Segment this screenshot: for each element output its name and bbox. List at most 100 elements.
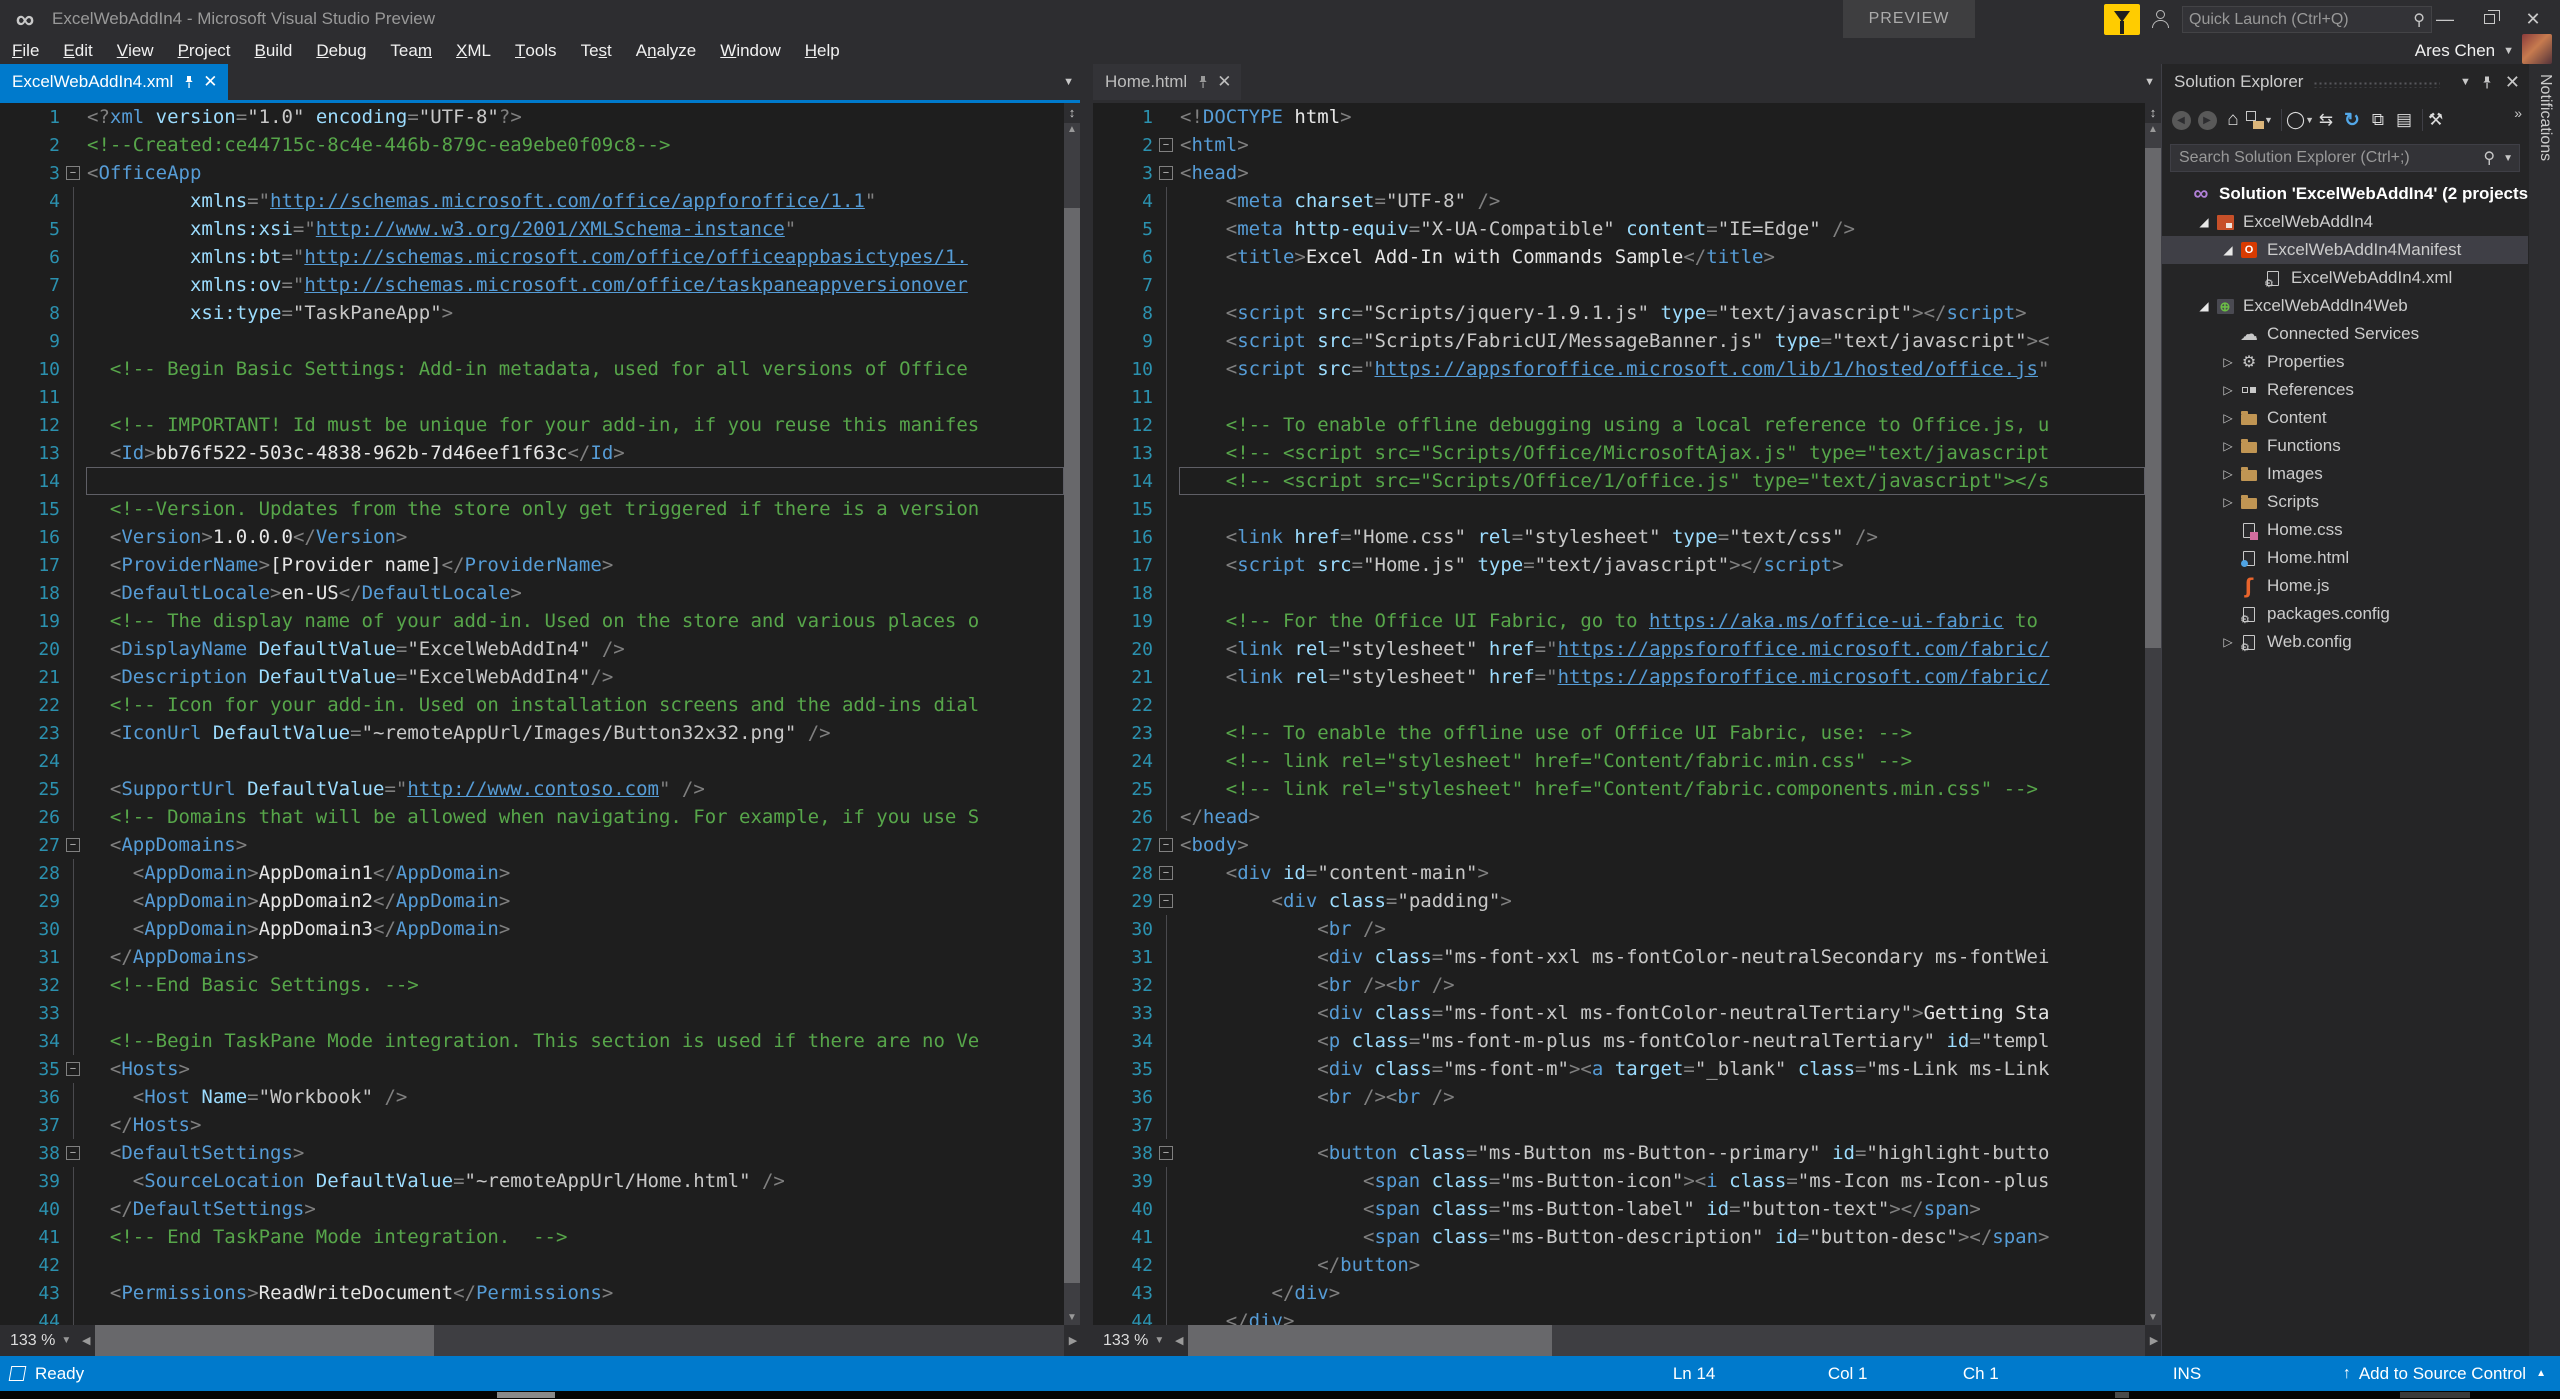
- code-line-44[interactable]: 44 </div>: [1093, 1307, 2145, 1325]
- expander-closed-icon[interactable]: ▷: [2218, 467, 2238, 481]
- code-line-19[interactable]: 19 <!-- For the Office UI Fabric, go to …: [1093, 607, 2145, 635]
- expander-closed-icon[interactable]: ▷: [2218, 411, 2238, 425]
- scroll-thumb[interactable]: [1188, 1325, 1552, 1356]
- code-line-25[interactable]: 25 <SupportUrl DefaultValue="http://www.…: [0, 775, 1064, 803]
- fold-collapse-icon[interactable]: −: [1153, 859, 1179, 887]
- document-list-dropdown-icon[interactable]: ▼: [1063, 76, 1074, 88]
- code-line-36[interactable]: 36 <br /><br />: [1093, 1083, 2145, 1111]
- menu-edit[interactable]: Edit: [51, 38, 104, 64]
- scroll-left-icon[interactable]: ◀: [79, 1334, 93, 1347]
- code-line-9[interactable]: 9 <script src="Scripts/FabricUI/MessageB…: [1093, 327, 2145, 355]
- code-line-13[interactable]: 13 <Id>bb76f522-503c-4838-962b-7d46eef1f…: [0, 439, 1064, 467]
- code-line-41[interactable]: 41 <span class="ms-Button-description" i…: [1093, 1223, 2145, 1251]
- back-icon[interactable]: ◀: [2168, 107, 2194, 133]
- scroll-down-icon[interactable]: ▼: [1064, 1312, 1080, 1323]
- code-line-23[interactable]: 23 <!-- To enable the offline use of Off…: [1093, 719, 2145, 747]
- code-line-8[interactable]: 8 xsi:type="TaskPaneApp">: [0, 299, 1064, 327]
- scroll-up-icon[interactable]: ▲: [1064, 123, 1080, 137]
- tree-item-solution-excelwebaddin4-2-projects[interactable]: ∞Solution 'ExcelWebAddIn4' (2 projects): [2162, 180, 2528, 208]
- chevron-down-icon[interactable]: ▼: [2460, 76, 2471, 88]
- code-line-3[interactable]: 3−<OfficeApp: [0, 159, 1064, 187]
- tree-item-home-js[interactable]: ʃHome.js: [2162, 572, 2528, 600]
- code-line-29[interactable]: 29− <div class="padding">: [1093, 887, 2145, 915]
- code-line-7[interactable]: 7 xmlns:ov="http://schemas.microsoft.com…: [0, 271, 1064, 299]
- status-character[interactable]: Ch 1: [1963, 1364, 2173, 1384]
- horizontal-scrollbar-left[interactable]: [95, 1325, 1064, 1356]
- code-line-16[interactable]: 16 <link href="Home.css" rel="stylesheet…: [1093, 523, 2145, 551]
- code-line-35[interactable]: 35− <Hosts>: [0, 1055, 1064, 1083]
- tree-item-images[interactable]: ▷Images: [2162, 460, 2528, 488]
- status-insert-mode[interactable]: INS: [2173, 1364, 2283, 1384]
- tree-item-web-config[interactable]: ▷⚙Web.config: [2162, 628, 2528, 656]
- code-line-4[interactable]: 4 <meta charset="UTF-8" />: [1093, 187, 2145, 215]
- code-line-15[interactable]: 15: [1093, 495, 2145, 523]
- notifications-side-tab[interactable]: Notifications: [2528, 64, 2560, 1356]
- code-line-32[interactable]: 32 <!--End Basic Settings. -->: [0, 971, 1064, 999]
- code-line-3[interactable]: 3−<head>: [1093, 159, 2145, 187]
- code-line-32[interactable]: 32 <br /><br />: [1093, 971, 2145, 999]
- code-line-14[interactable]: 14: [0, 467, 1064, 495]
- tree-item-content[interactable]: ▷Content: [2162, 404, 2528, 432]
- menu-view[interactable]: View: [105, 38, 166, 64]
- zoom-level[interactable]: 133 %: [0, 1332, 55, 1350]
- document-list-dropdown-icon[interactable]: ▼: [2144, 76, 2155, 88]
- expander-closed-icon[interactable]: ▷: [2218, 439, 2238, 453]
- chevron-down-icon[interactable]: ▼: [1148, 1335, 1172, 1346]
- code-line-44[interactable]: 44: [0, 1307, 1064, 1325]
- fold-collapse-icon[interactable]: −: [1153, 831, 1179, 859]
- code-line-22[interactable]: 22 <!-- Icon for your add-in. Used on in…: [0, 691, 1064, 719]
- close-icon[interactable]: ✕: [1217, 72, 1231, 92]
- code-line-5[interactable]: 5 xmlns:xsi="http://www.w3.org/2001/XMLS…: [0, 215, 1064, 243]
- code-line-18[interactable]: 18: [1093, 579, 2145, 607]
- fold-collapse-icon[interactable]: −: [1153, 131, 1179, 159]
- code-line-43[interactable]: 43 </div>: [1093, 1279, 2145, 1307]
- code-line-31[interactable]: 31 </AppDomains>: [0, 943, 1064, 971]
- code-line-6[interactable]: 6 xmlns:bt="http://schemas.microsoft.com…: [0, 243, 1064, 271]
- account-menu[interactable]: Ares Chen ▼: [2415, 38, 2514, 64]
- tree-item-scripts[interactable]: ▷Scripts: [2162, 488, 2528, 516]
- split-handle-icon[interactable]: ↕: [2145, 103, 2161, 123]
- tree-item-functions[interactable]: ▷Functions: [2162, 432, 2528, 460]
- code-line-11[interactable]: 11: [0, 383, 1064, 411]
- code-line-39[interactable]: 39 <SourceLocation DefaultValue="~remote…: [0, 1167, 1064, 1195]
- code-line-25[interactable]: 25 <!-- link rel="stylesheet" href="Cont…: [1093, 775, 2145, 803]
- code-line-24[interactable]: 24: [0, 747, 1064, 775]
- code-line-16[interactable]: 16 <Version>1.0.0.0</Version>: [0, 523, 1064, 551]
- tree-item-excelwebaddin4manifest[interactable]: ◢OExcelWebAddIn4Manifest: [2162, 236, 2528, 264]
- code-line-43[interactable]: 43 <Permissions>ReadWriteDocument</Permi…: [0, 1279, 1064, 1307]
- scroll-thumb[interactable]: [95, 1325, 434, 1356]
- pin-icon[interactable]: [1197, 75, 1209, 89]
- code-line-10[interactable]: 10 <script src="https://appsforoffice.mi…: [1093, 355, 2145, 383]
- code-line-33[interactable]: 33 <div class="ms-font-xl ms-fontColor-n…: [1093, 999, 2145, 1027]
- code-line-42[interactable]: 42 </button>: [1093, 1251, 2145, 1279]
- code-line-37[interactable]: 37 </Hosts>: [0, 1111, 1064, 1139]
- menu-test[interactable]: Test: [569, 38, 624, 64]
- code-line-22[interactable]: 22: [1093, 691, 2145, 719]
- menu-analyze[interactable]: Analyze: [624, 38, 709, 64]
- code-line-37[interactable]: 37: [1093, 1111, 2145, 1139]
- code-line-8[interactable]: 8 <script src="Scripts/jquery-1.9.1.js" …: [1093, 299, 2145, 327]
- expander-open-icon[interactable]: ◢: [2194, 299, 2214, 313]
- expander-open-icon[interactable]: ◢: [2194, 215, 2214, 229]
- code-line-29[interactable]: 29 <AppDomain>AppDomain2</AppDomain>: [0, 887, 1064, 915]
- quick-launch-input[interactable]: [2183, 11, 2413, 29]
- code-line-38[interactable]: 38− <DefaultSettings>: [0, 1139, 1064, 1167]
- code-line-1[interactable]: 1<!DOCTYPE html>: [1093, 103, 2145, 131]
- close-button[interactable]: ✕: [2512, 0, 2554, 38]
- code-line-5[interactable]: 5 <meta http-equiv="X-UA-Compatible" con…: [1093, 215, 2145, 243]
- vertical-scrollbar-left[interactable]: ↕ ▲ ▼: [1064, 103, 1080, 1325]
- zoom-level[interactable]: 133 %: [1093, 1332, 1148, 1350]
- quick-launch-box[interactable]: ⚲: [2182, 6, 2432, 33]
- pin-icon[interactable]: [183, 75, 195, 89]
- refresh-icon[interactable]: ↻: [2339, 107, 2365, 133]
- minimize-button[interactable]: —: [2424, 0, 2466, 38]
- chevron-down-icon[interactable]: ▼: [55, 1335, 79, 1346]
- code-line-21[interactable]: 21 <link rel="stylesheet" href="https://…: [1093, 663, 2145, 691]
- menu-debug[interactable]: Debug: [304, 38, 378, 64]
- code-line-41[interactable]: 41 <!-- End TaskPane Mode integration. -…: [0, 1223, 1064, 1251]
- code-line-14[interactable]: 14 <!-- <script src="Scripts/Office/1/of…: [1093, 467, 2145, 495]
- code-line-21[interactable]: 21 <Description DefaultValue="ExcelWebAd…: [0, 663, 1064, 691]
- copy-icon[interactable]: ▤: [2391, 107, 2417, 133]
- collapse-all-icon[interactable]: ▼: [2246, 107, 2287, 133]
- code-line-33[interactable]: 33: [0, 999, 1064, 1027]
